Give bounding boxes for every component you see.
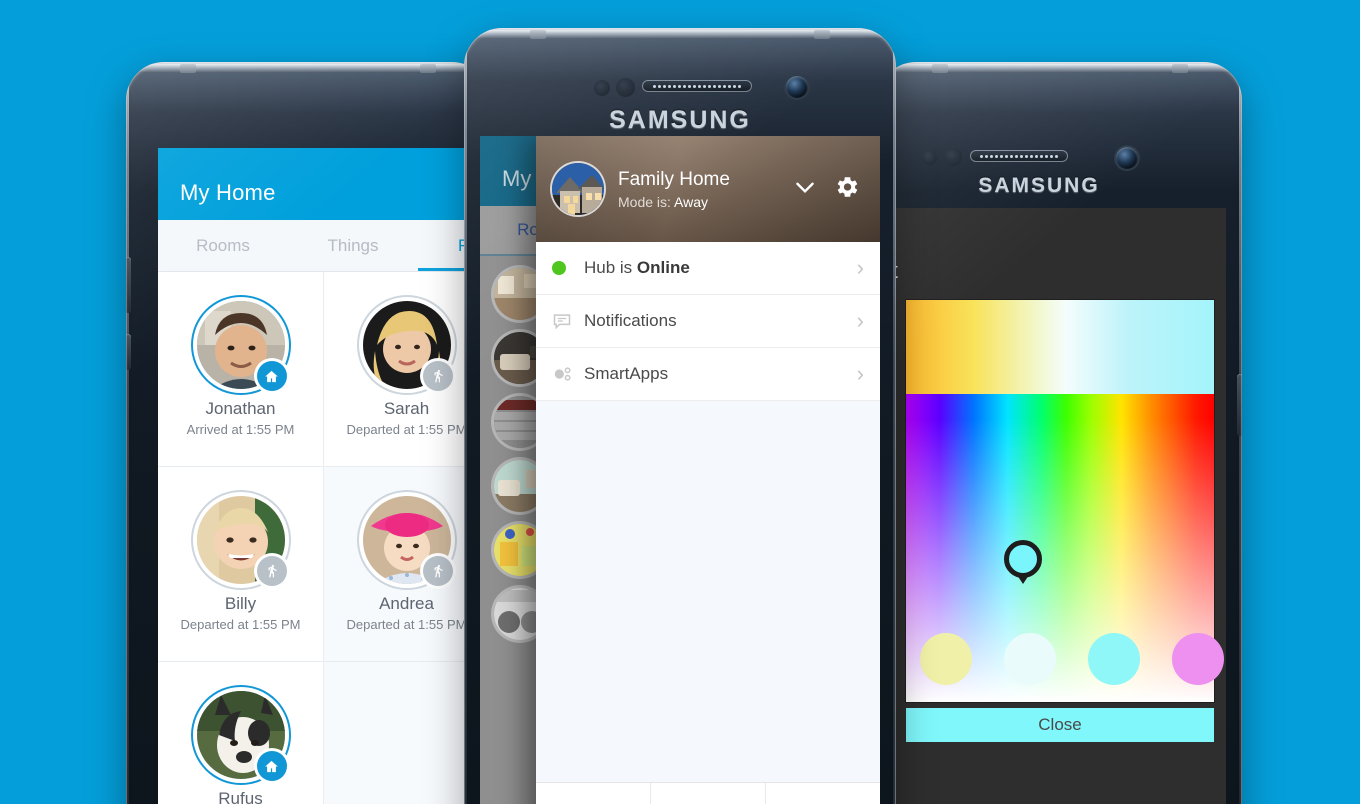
- left-phone-power-button: [126, 334, 131, 370]
- middle-phone-top-antenna: [474, 30, 886, 39]
- poster-canvas: SAMSUNG My Home Rooms Things Family: [0, 0, 1360, 804]
- left-phone-volume-button: [126, 257, 131, 313]
- middle-phone-device: SAMSUNG My Home Rooms: [464, 28, 896, 804]
- right-phone-brand: SAMSUNG: [978, 174, 1100, 197]
- person-status: Arrived at 1:55 PM: [186, 422, 295, 437]
- presence-badge-home-icon: [256, 361, 287, 391]
- close-button-label: Close: [1038, 715, 1082, 734]
- presence-badge-away-icon: [422, 556, 453, 586]
- color-swatch-row: [894, 628, 1226, 690]
- home-mode-prefix: Mode is:: [618, 193, 671, 210]
- middle-phone-sensor-b: [616, 78, 635, 97]
- person-name: Andrea: [379, 594, 434, 613]
- page-title: My Home: [180, 180, 276, 205]
- smartapps-icon: [552, 363, 578, 385]
- right-phone-power-button: [1237, 374, 1242, 436]
- home-meta: Family Home Mode is: Away: [618, 169, 730, 210]
- avatar-wrap: [362, 496, 453, 586]
- right-phone-screen: Light Close: [894, 208, 1226, 804]
- gear-icon[interactable]: [834, 174, 860, 205]
- right-app-bar: Light: [894, 208, 1226, 300]
- left-phone-screen: My Home Rooms Things Family: [158, 148, 490, 804]
- drawer-header-actions: [792, 174, 864, 205]
- hub-status-value: Online: [636, 258, 690, 277]
- home-mode: Mode is: Away: [618, 194, 730, 210]
- color-swatch[interactable]: [1172, 633, 1224, 685]
- left-phone-top-antenna: [136, 64, 480, 73]
- side-drawer: Family Home Mode is: Away Hub is Online …: [536, 136, 880, 804]
- menu-item-label: Hub is Online: [584, 258, 690, 278]
- person-card[interactable]: Billy Departed at 1:55 PM: [158, 467, 324, 662]
- color-swatch[interactable]: [920, 633, 972, 685]
- person-name: Sarah: [383, 399, 430, 418]
- person-status: Departed at 1:55 PM: [180, 617, 301, 632]
- right-phone-sensor-a: [922, 150, 937, 165]
- menu-item-label: Notifications: [584, 311, 677, 330]
- person-status: Departed at 1:55 PM: [346, 422, 467, 437]
- right-phone-device: SAMSUNG Light Close: [878, 62, 1242, 804]
- person-card[interactable]: Rufus Arrived at 1:55 PM: [158, 662, 324, 804]
- house-photo-icon: [552, 163, 604, 215]
- person-name: Rufus: [218, 789, 263, 804]
- left-phone-device: SAMSUNG My Home Rooms Things Family: [126, 62, 490, 804]
- person-card[interactable]: Jonathan Arrived at 1:55 PM: [158, 272, 324, 467]
- color-swatch[interactable]: [1004, 633, 1056, 685]
- avatar-wrap: [196, 691, 287, 781]
- menu-item-smartapps[interactable]: SmartApps ›: [536, 348, 880, 401]
- right-phone-earpiece: [970, 150, 1068, 162]
- avatar-wrap: [362, 301, 453, 391]
- hub-label-prefix: Hub is: [584, 258, 637, 277]
- color-swatch[interactable]: [1088, 633, 1140, 685]
- person-name: Jonathan: [205, 399, 276, 418]
- tab-things[interactable]: Things: [288, 220, 418, 271]
- middle-phone-brand: SAMSUNG: [609, 106, 751, 134]
- home-mode-value: Away: [674, 193, 709, 210]
- color-picker-handle[interactable]: [1004, 539, 1043, 578]
- menu-item-hub-status[interactable]: Hub is Online ›: [536, 242, 880, 295]
- family-grid: Jonathan Arrived at 1:55 PM Sarah Depart…: [158, 272, 490, 804]
- home-name: Family Home: [618, 168, 730, 190]
- support-button[interactable]: Support: [766, 783, 880, 804]
- right-phone-top-antenna: [888, 64, 1232, 73]
- chevron-down-icon[interactable]: [792, 174, 818, 205]
- chevron-right-icon: ›: [856, 308, 864, 333]
- drawer-bottom-actions: My Account Add Thing: [536, 782, 880, 804]
- presence-badge-away-icon: [256, 556, 287, 586]
- menu-item-notifications[interactable]: Notifications ›: [536, 295, 880, 348]
- middle-phone-sensor-a: [594, 80, 610, 96]
- middle-phone-screen: My Home Rooms Dashb: [480, 136, 880, 804]
- drawer-empty-area: [536, 401, 880, 782]
- middle-phone-front-camera: [786, 76, 808, 98]
- add-thing-button[interactable]: Add Thing: [651, 783, 766, 804]
- right-phone-sensor-b: [944, 148, 962, 166]
- message-icon: [552, 311, 578, 331]
- my-account-button[interactable]: My Account: [536, 783, 651, 804]
- person-name: Billy: [224, 594, 257, 613]
- chevron-right-icon: ›: [856, 255, 864, 280]
- right-phone-front-camera: [1116, 147, 1138, 169]
- left-app-bar: My Home: [158, 148, 490, 220]
- avatar-wrap: [196, 301, 287, 391]
- avatar-wrap: [196, 496, 287, 586]
- tab-rooms[interactable]: Rooms: [158, 220, 288, 271]
- middle-phone-earpiece: [642, 80, 752, 92]
- status-dot-icon: [552, 261, 578, 275]
- presence-badge-home-icon: [256, 751, 287, 781]
- left-tab-bar: Rooms Things Family: [158, 220, 490, 272]
- color-picker-saturation-strip[interactable]: [906, 300, 1214, 394]
- menu-item-label: SmartApps: [584, 364, 669, 383]
- person-status: Departed at 1:55 PM: [346, 617, 467, 632]
- chevron-right-icon: ›: [856, 361, 864, 386]
- presence-badge-away-icon: [422, 361, 453, 391]
- close-button[interactable]: Close: [906, 708, 1214, 742]
- drawer-header: Family Home Mode is: Away: [536, 136, 880, 242]
